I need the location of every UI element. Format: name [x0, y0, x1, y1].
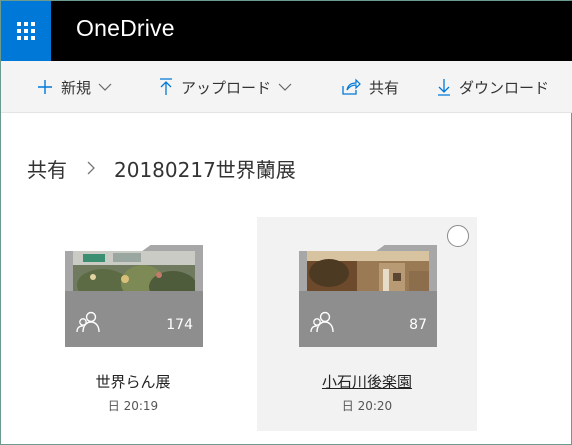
plus-icon: [37, 79, 53, 95]
breadcrumb-current: 20180217世界蘭展: [114, 157, 296, 182]
command-bar: 新規 アップロード 共有 ダウンロード: [1, 61, 572, 113]
new-button-label: 新規: [61, 78, 92, 97]
item-count: 87: [409, 317, 427, 333]
shared-people-icon: [75, 311, 101, 337]
folder-name[interactable]: 世界らん展: [23, 371, 243, 392]
breadcrumb-root[interactable]: 共有: [27, 154, 67, 183]
upload-button[interactable]: アップロード: [159, 61, 292, 113]
download-button-label: ダウンロード: [459, 78, 550, 97]
breadcrumb: 共有 20180217世界蘭展: [27, 153, 296, 183]
new-button[interactable]: 新規: [37, 61, 112, 113]
select-checkbox[interactable]: [447, 225, 469, 247]
download-button[interactable]: ダウンロード: [437, 61, 549, 113]
shared-people-icon: [309, 311, 335, 337]
folder-icon: 174: [65, 245, 203, 347]
folder-front: 87: [299, 291, 437, 347]
app-bar: OneDrive: [1, 1, 572, 61]
folder-front: 174: [65, 291, 203, 347]
upload-button-label: アップロード: [181, 78, 272, 97]
chevron-right-icon: [87, 161, 96, 175]
share-button-label: 共有: [369, 78, 400, 97]
share-button[interactable]: 共有: [341, 61, 399, 113]
app-launcher-button[interactable]: [1, 1, 51, 61]
folder-tile[interactable]: 174 世界らん展 日 20:19: [23, 217, 243, 431]
chevron-down-icon: [278, 83, 292, 92]
item-count: 174: [166, 317, 193, 333]
upload-icon: [159, 78, 173, 96]
folder-icon: 87: [299, 245, 437, 347]
chevron-down-icon: [98, 83, 112, 92]
folder-date: 日 20:20: [341, 399, 393, 413]
folder-name[interactable]: 小石川後楽園: [257, 371, 477, 392]
folder-date: 日 20:19: [107, 399, 159, 413]
share-icon: [341, 78, 361, 96]
download-icon: [437, 78, 451, 96]
app-title[interactable]: OneDrive: [76, 15, 175, 42]
waffle-icon: [17, 22, 35, 40]
folder-tile[interactable]: 87 小石川後楽園 日 20:20: [257, 217, 477, 431]
